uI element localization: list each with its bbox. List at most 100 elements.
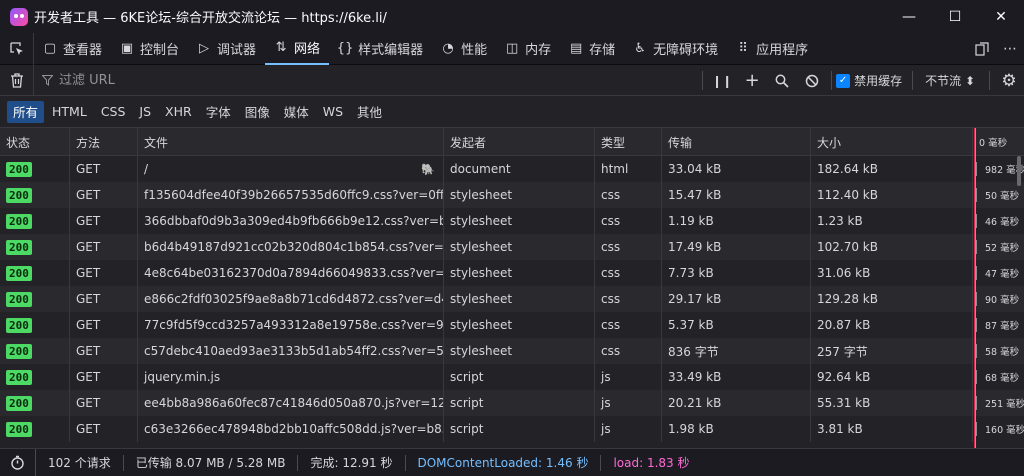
tab-label: 样式编辑器 (358, 43, 424, 58)
table-row[interactable]: 200 GET 366dbbaf0d9b3a309ed4b9fb666b9e12.c… (0, 208, 1024, 234)
column-header-status[interactable]: 状态 (0, 128, 70, 156)
column-header-initiator[interactable]: 发起者 (444, 128, 595, 156)
column-header-transferred[interactable]: 传输 (662, 128, 811, 156)
stopwatch-icon (11, 455, 24, 470)
tab-label: 存储 (589, 43, 616, 58)
size-cell: 257 字节 (811, 338, 973, 364)
scrollbar-thumb[interactable] (1017, 156, 1021, 186)
memory-icon: ◫ (505, 41, 519, 56)
table-row[interactable]: 200 GET c63e3266ec478948bd2bb10affc508dd.j… (0, 416, 1024, 442)
timing-label: 68 毫秒 (985, 373, 1020, 384)
initiator-cell: document (444, 156, 595, 182)
status-cell: 200 (0, 156, 70, 182)
table-row[interactable]: 200 GET b6d4b49187d921cc02b320d804c1b854.c… (0, 234, 1024, 260)
network-settings-gear-icon[interactable]: ⚙ (994, 65, 1024, 96)
transferred-summary: 已传输 8.07 MB / 5.28 MB (124, 454, 299, 471)
type-filter-button[interactable]: 所有 (7, 100, 45, 123)
tab-label: 内存 (525, 43, 552, 58)
element-picker-button[interactable] (0, 32, 34, 65)
tab-console[interactable]: ▣ 控制台 (111, 33, 188, 65)
column-header-size[interactable]: 大小 (811, 128, 973, 156)
debugger-icon: ▷ (199, 41, 210, 56)
column-header-type[interactable]: 类型 (595, 128, 662, 156)
tab-accessibility[interactable]: ♿ 无障碍环境 (624, 33, 727, 65)
file-name: c63e3266ec478948bd2bb10affc508dd.js?ver=… (144, 422, 444, 436)
type-cell: html (595, 156, 662, 182)
status-badge: 200 (6, 213, 32, 229)
status-cell: 200 (0, 260, 70, 286)
type-filter-button[interactable]: 其他 (351, 101, 388, 123)
table-row[interactable]: 200 GET / 🐘 document html 33.04 kB 182.64 kB 982… (0, 156, 1024, 182)
filter-url-input[interactable] (59, 72, 659, 88)
column-header-method[interactable]: 方法 (70, 128, 138, 156)
table-row[interactable]: 200 GET c57debc410aed93ae3133b5d1ab54ff2.c… (0, 338, 1024, 364)
type-filter-button[interactable]: CSS (95, 101, 132, 123)
file-name: e866c2fdf03025f9ae8a8b71cd6d4872.css?ver… (144, 292, 444, 306)
type-filter-button[interactable]: HTML (46, 101, 93, 123)
search-icon[interactable] (767, 65, 797, 96)
file-name: 4e8c64be03162370d0a7894d66049833.css?ver… (144, 266, 444, 280)
disable-cache-checkbox[interactable]: ✓ (836, 73, 851, 88)
type-filter-button[interactable]: 媒体 (278, 101, 315, 123)
performance-icon: ◔ (442, 41, 454, 56)
file-name: f135604dfee40f39b26657535d60ffc9.css?ver… (144, 188, 444, 202)
column-header-waterfall[interactable]: 0 毫秒 (973, 128, 1024, 156)
timing-label: 52 毫秒 (985, 243, 1020, 254)
close-button[interactable]: ✕ (978, 0, 1024, 33)
size-cell: 31.06 kB (811, 260, 973, 286)
status-cell: 200 (0, 312, 70, 338)
table-row[interactable]: 200 GET 4e8c64be03162370d0a7894d66049833.c… (0, 260, 1024, 286)
size-cell: 1.23 kB (811, 208, 973, 234)
status-badge: 200 (6, 369, 32, 385)
more-options-icon[interactable]: ⋯ (996, 33, 1024, 65)
type-filter-button[interactable]: 字体 (200, 101, 237, 123)
file-cell: c57debc410aed93ae3133b5d1ab54ff2.css?ver… (138, 338, 444, 364)
window-controls: — ☐ ✕ (886, 0, 1024, 33)
dock-options-icon[interactable] (968, 33, 996, 65)
dom-content-loaded-time: DOMContentLoaded: 1.46 秒 (406, 454, 602, 471)
file-cell: 4e8c64be03162370d0a7894d66049833.css?ver… (138, 260, 444, 286)
status-cell: 200 (0, 416, 70, 442)
status-badge: 200 (6, 239, 32, 255)
type-filter-button[interactable]: JS (133, 101, 157, 123)
type-filter-button[interactable]: XHR (159, 101, 198, 123)
table-row[interactable]: 200 GET ee4bb8a986a60fec87c41846d050a870.j… (0, 390, 1024, 416)
tab-application[interactable]: ⠿ 应用程序 (727, 33, 817, 65)
elephant-icon: 🐘 (421, 162, 435, 176)
performance-analysis-button[interactable] (0, 448, 36, 476)
add-request-icon[interactable]: + (737, 65, 767, 96)
throttling-select[interactable]: 不节流 ⬍ (917, 72, 985, 89)
method-cell: GET (70, 286, 138, 312)
timing-label: 46 毫秒 (985, 217, 1020, 228)
table-row[interactable]: 200 GET e866c2fdf03025f9ae8a8b71cd6d4872.c… (0, 286, 1024, 312)
waterfall-cell: 58 毫秒 (973, 338, 1024, 364)
tab-debugger[interactable]: ▷ 调试器 (188, 33, 265, 65)
divider (702, 71, 704, 90)
tab-inspector[interactable]: ▢ 查看器 (34, 33, 111, 65)
table-row[interactable]: 200 GET 77c9fd5f9ccd3257a493312a8e19758e.c… (0, 312, 1024, 338)
column-header-file[interactable]: 文件 (138, 128, 444, 156)
minimize-button[interactable]: — (886, 0, 932, 33)
type-filter-button[interactable]: 图像 (239, 101, 276, 123)
pause-icon[interactable]: ❙❙ (707, 65, 737, 96)
clear-requests-button[interactable] (0, 64, 34, 96)
status-badge: 200 (6, 187, 32, 203)
block-requests-icon[interactable] (797, 65, 827, 96)
table-row[interactable]: 200 GET f135604dfee40f39b26657535d60ffc9.c… (0, 182, 1024, 208)
tab-memory[interactable]: ◫ 内存 (496, 33, 560, 65)
type-filter-button[interactable]: WS (317, 101, 349, 123)
table-row[interactable]: 200 GET jquery.min.js script js 33.49 kB 92.64… (0, 364, 1024, 390)
initiator-cell: stylesheet (444, 234, 595, 260)
tab-style-editor[interactable]: {} 样式编辑器 (329, 33, 432, 65)
type-cell: css (595, 208, 662, 234)
type-cell: css (595, 286, 662, 312)
type-cell: js (595, 390, 662, 416)
tab-performance[interactable]: ◔ 性能 (432, 33, 496, 65)
type-cell: css (595, 338, 662, 364)
size-cell: 102.70 kB (811, 234, 973, 260)
tab-storage[interactable]: ▤ 存储 (560, 33, 624, 65)
load-marker (975, 128, 976, 448)
maximize-button[interactable]: ☐ (932, 0, 978, 33)
toolbar-right: ⋯ (968, 33, 1024, 65)
tab-network[interactable]: ⇅ 网络 (265, 33, 330, 65)
